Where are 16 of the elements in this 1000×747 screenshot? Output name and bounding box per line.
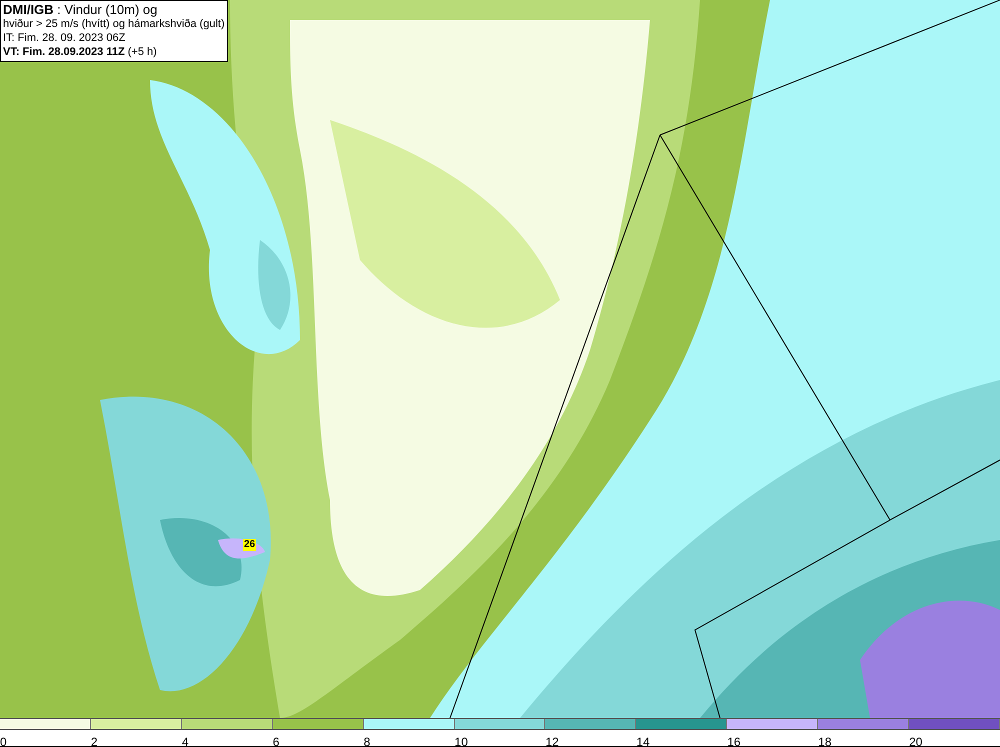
legend-label: 12 bbox=[545, 735, 559, 747]
info-text: hviður > 25 m/s (hvítt) og hámarkshviða (gult) bbox=[3, 17, 225, 31]
legend-label: 18 bbox=[818, 735, 832, 747]
gust-badge: 26 bbox=[243, 539, 256, 551]
legend-label: 4 bbox=[182, 735, 188, 747]
info-text: IT: Fim. 28. 09. 2023 06Z bbox=[3, 31, 126, 45]
legend-label: 6 bbox=[272, 735, 280, 747]
info-text: DMI/IGB : Vindur (10m) og bbox=[3, 2, 158, 17]
legend-label: 16 bbox=[727, 735, 741, 747]
legend-label: 8 bbox=[364, 735, 370, 747]
legend-label: 20 bbox=[909, 735, 922, 747]
legend-label: 2 bbox=[90, 735, 98, 747]
info-text: VT: Fim. 28.09.2023 11Z (+5 h) bbox=[3, 45, 158, 59]
legend-label: 10 bbox=[454, 735, 468, 747]
legend-label: 14 bbox=[636, 735, 650, 747]
legend-label: 0 bbox=[0, 735, 7, 747]
